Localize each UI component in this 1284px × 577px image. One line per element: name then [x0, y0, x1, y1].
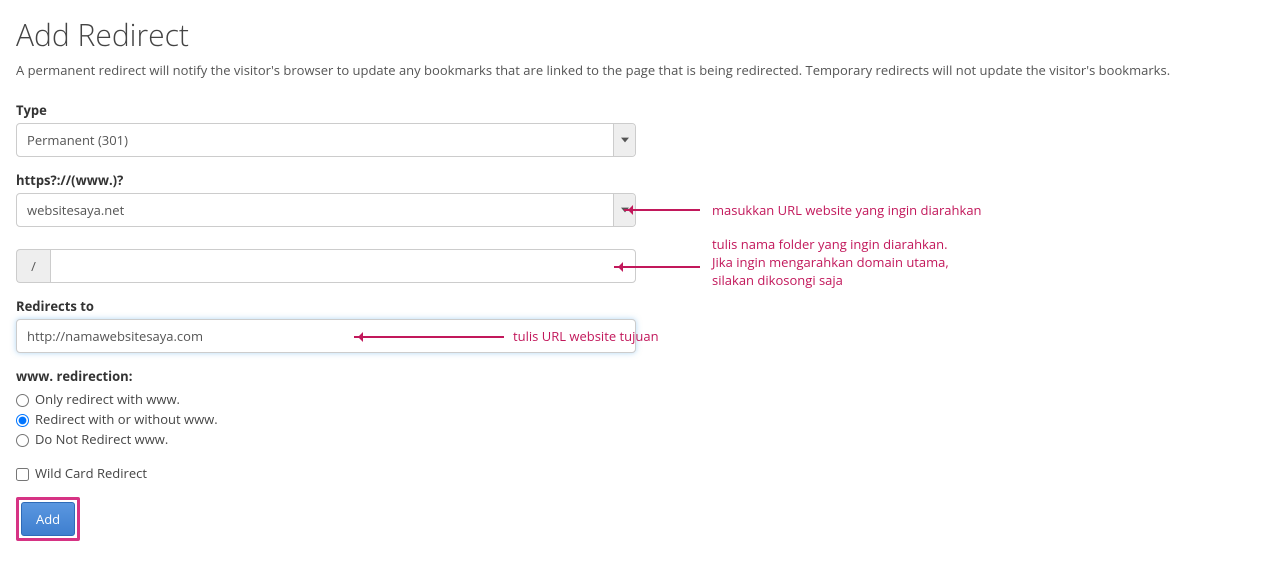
radio-input[interactable]: [16, 434, 29, 447]
redirects-to-input[interactable]: [16, 319, 636, 353]
radio-input[interactable]: [16, 394, 29, 407]
radio-input[interactable]: [16, 414, 29, 427]
path-prefix: /: [16, 249, 50, 283]
www-option-1[interactable]: Redirect with or without www.: [16, 409, 1268, 429]
path-annotation: tulis nama folder yang ingin diarahkan. …: [712, 235, 949, 289]
www-label: www. redirection:: [16, 367, 1268, 385]
annotation-arrow-icon: [354, 336, 504, 338]
path-input[interactable]: [50, 249, 636, 283]
www-option-2[interactable]: Do Not Redirect www.: [16, 429, 1268, 449]
redirects-to-label: Redirects to: [16, 297, 1268, 315]
wildcard-checkbox[interactable]: [16, 468, 29, 481]
wildcard-option[interactable]: Wild Card Redirect: [16, 463, 1268, 483]
domain-label: https?://(www.)?: [16, 171, 1268, 189]
type-select[interactable]: Permanent (301): [16, 123, 636, 157]
add-button-highlight: Add: [16, 497, 80, 541]
annotation-arrow-icon: [614, 266, 700, 268]
type-label: Type: [16, 101, 1268, 119]
annotation-arrow-icon: [624, 209, 700, 211]
domain-select[interactable]: websitesaya.net: [16, 193, 636, 227]
add-button[interactable]: Add: [21, 502, 75, 536]
page-description: A permanent redirect will notify the vis…: [16, 61, 1268, 79]
page-title: Add Redirect: [16, 14, 1268, 55]
www-option-0[interactable]: Only redirect with www.: [16, 389, 1268, 409]
domain-annotation: masukkan URL website yang ingin diarahka…: [712, 201, 982, 219]
